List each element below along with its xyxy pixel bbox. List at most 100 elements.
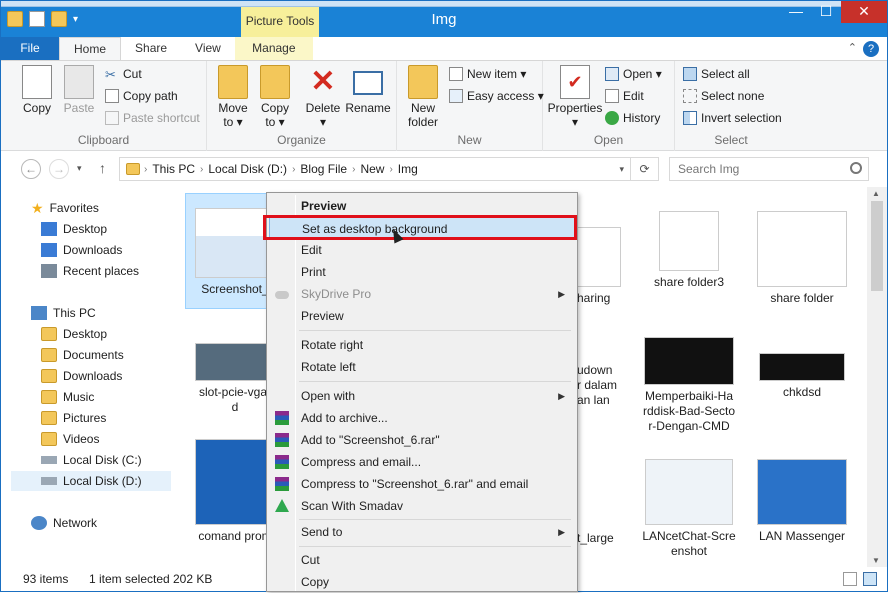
- menu-item-copy[interactable]: Copy: [269, 571, 575, 593]
- nav-fav-desktop[interactable]: Desktop: [41, 219, 107, 239]
- nav-pc-desktop[interactable]: Desktop: [41, 324, 107, 344]
- menu-item-rotate-right[interactable]: Rotate right: [269, 334, 575, 356]
- crumb-img[interactable]: Img: [393, 162, 423, 176]
- invert-selection-button[interactable]: Invert selection: [683, 111, 782, 125]
- file-thumbnail: [195, 343, 275, 381]
- crumb-blog-file[interactable]: Blog File: [295, 162, 352, 176]
- file-thumbnail: [757, 211, 847, 287]
- edit-button[interactable]: Edit: [605, 89, 644, 103]
- nav-pc-pictures[interactable]: Pictures: [41, 408, 106, 428]
- file-tile[interactable]: chkdsd: [752, 353, 852, 400]
- window-controls: — ☐ ✕: [781, 1, 887, 23]
- file-tile[interactable]: LAN Massenger: [752, 459, 852, 544]
- easy-access-button[interactable]: Easy access ▾: [449, 89, 544, 103]
- copy-path-button[interactable]: Copy path: [105, 89, 178, 103]
- menu-item-open-with[interactable]: Open with ▶: [269, 385, 575, 407]
- menu-item-preview[interactable]: Preview: [269, 305, 575, 327]
- nav-favorites[interactable]: ★ Favorites: [31, 198, 99, 218]
- delete-label-2: ▾: [319, 115, 327, 129]
- nav-pc-videos[interactable]: Videos: [41, 429, 99, 449]
- properties-label: Properties: [547, 101, 603, 115]
- forward-button[interactable]: →: [49, 159, 69, 179]
- large-icons-view-icon[interactable]: [863, 572, 877, 586]
- details-view-icon[interactable]: [843, 572, 857, 586]
- nav-pc-local-disk-d[interactable]: Local Disk (D:): [11, 471, 171, 491]
- winrar-icon: [275, 455, 289, 469]
- rename-button[interactable]: Rename: [345, 65, 391, 115]
- new-folder-big-icon: [408, 65, 438, 99]
- menu-item-compress-email[interactable]: Compress and email...: [269, 451, 575, 473]
- select-none-button[interactable]: Select none: [683, 89, 764, 103]
- paste-label: Paste: [63, 101, 95, 115]
- maximize-button[interactable]: ☐: [811, 1, 841, 23]
- new-folder-button[interactable]: New folder: [401, 65, 445, 129]
- scrollbar-thumb[interactable]: [871, 201, 883, 291]
- file-tile[interactable]: share folder: [752, 211, 852, 306]
- delete-button[interactable]: ✕ Delete ▾: [301, 65, 345, 129]
- menu-item-add-to-archive[interactable]: Add to archive...: [269, 407, 575, 429]
- tab-share[interactable]: Share: [121, 37, 181, 60]
- file-tile[interactable]: haring: [577, 227, 627, 306]
- address-bar[interactable]: › This PC › Local Disk (D:) › Blog File …: [119, 157, 631, 181]
- file-tile[interactable]: LANcetChat-Scre enshot: [639, 459, 739, 559]
- tab-manage[interactable]: Manage: [234, 37, 313, 60]
- open-button[interactable]: Open ▾: [605, 67, 662, 81]
- nav-network[interactable]: Network: [31, 513, 97, 533]
- nav-pc-pictures-label: Pictures: [63, 411, 107, 425]
- move-to-label-2: to ▾: [223, 115, 243, 129]
- nav-pc-local-disk-c[interactable]: Local Disk (C:): [41, 450, 142, 470]
- menu-item-rotate-left[interactable]: Rotate left: [269, 356, 575, 378]
- recent-locations-icon[interactable]: ▾: [77, 163, 82, 174]
- nav-fav-recent[interactable]: Recent places: [41, 261, 139, 281]
- history-button[interactable]: History: [605, 111, 660, 125]
- select-all-button[interactable]: Select all: [683, 67, 750, 81]
- properties-button[interactable]: ✔ Properties ▾: [547, 65, 603, 129]
- tab-home[interactable]: Home: [59, 37, 122, 60]
- menu-item-scan-smadav[interactable]: Scan With Smadav: [269, 495, 575, 517]
- crumb-this-pc[interactable]: This PC: [147, 162, 200, 176]
- file-tile[interactable]: udown r dalam an lan: [577, 363, 627, 408]
- file-tile[interactable]: Memperbaiki-Ha rddisk-Bad-Secto r-Dengan…: [637, 337, 741, 434]
- menu-item-send-to[interactable]: Send to ▶: [269, 521, 575, 543]
- minimize-button[interactable]: —: [781, 1, 811, 23]
- menu-item-compress-rar-email[interactable]: Compress to "Screenshot_6.rar" and email: [269, 473, 575, 495]
- menu-item-preview-default[interactable]: Preview: [269, 195, 575, 217]
- nav-this-pc[interactable]: This PC: [31, 303, 96, 323]
- menu-item-print[interactable]: Print: [269, 261, 575, 283]
- selected-count: 1 item selected: [89, 572, 170, 586]
- nav-pc-documents[interactable]: Documents: [41, 345, 124, 365]
- file-tile[interactable]: share folder3: [639, 211, 739, 290]
- copy-button[interactable]: Copy: [15, 65, 59, 115]
- nav-pc-music[interactable]: Music: [41, 387, 94, 407]
- help-icon[interactable]: ?: [863, 41, 879, 57]
- vertical-scrollbar[interactable]: ▲ ▼: [867, 187, 887, 567]
- menu-item-cut[interactable]: Cut: [269, 549, 575, 571]
- file-tile[interactable]: t_large: [577, 531, 627, 546]
- menu-item-edit[interactable]: Edit: [269, 239, 575, 261]
- copy-to-button[interactable]: Copy to ▾: [253, 65, 297, 129]
- menu-item-add-to-rar[interactable]: Add to "Screenshot_6.rar": [269, 429, 575, 451]
- refresh-button[interactable]: ⟳: [631, 157, 659, 181]
- tab-view[interactable]: View: [181, 37, 235, 60]
- close-button[interactable]: ✕: [841, 1, 887, 23]
- new-item-button[interactable]: New item ▾: [449, 67, 526, 81]
- nav-fav-downloads[interactable]: Downloads: [41, 240, 122, 260]
- cut-button[interactable]: ✂ Cut: [105, 67, 142, 82]
- nav-pc-downloads[interactable]: Downloads: [41, 366, 122, 386]
- address-dropdown-icon[interactable]: ▾: [619, 164, 624, 175]
- paste-shortcut-button[interactable]: Paste shortcut: [105, 111, 200, 125]
- collapse-ribbon-icon[interactable]: ⌃: [848, 41, 857, 54]
- easy-access-icon: [449, 89, 463, 103]
- crumb-new[interactable]: New: [355, 162, 389, 176]
- search-input[interactable]: Search Img: [669, 157, 869, 181]
- tab-file[interactable]: File: [1, 37, 59, 60]
- back-button[interactable]: ←: [21, 159, 41, 179]
- menu-item-skydrive-pro[interactable]: SkyDrive Pro ▶: [269, 283, 575, 305]
- scroll-up-icon[interactable]: ▲: [872, 189, 880, 198]
- scroll-down-icon[interactable]: ▼: [872, 556, 880, 565]
- move-to-button[interactable]: Move to ▾: [211, 65, 255, 129]
- paste-button[interactable]: Paste: [57, 65, 101, 115]
- crumb-local-disk-d[interactable]: Local Disk (D:): [203, 162, 292, 176]
- up-arrow-icon[interactable]: ↑: [99, 160, 106, 176]
- select-group-label: Select: [714, 133, 748, 147]
